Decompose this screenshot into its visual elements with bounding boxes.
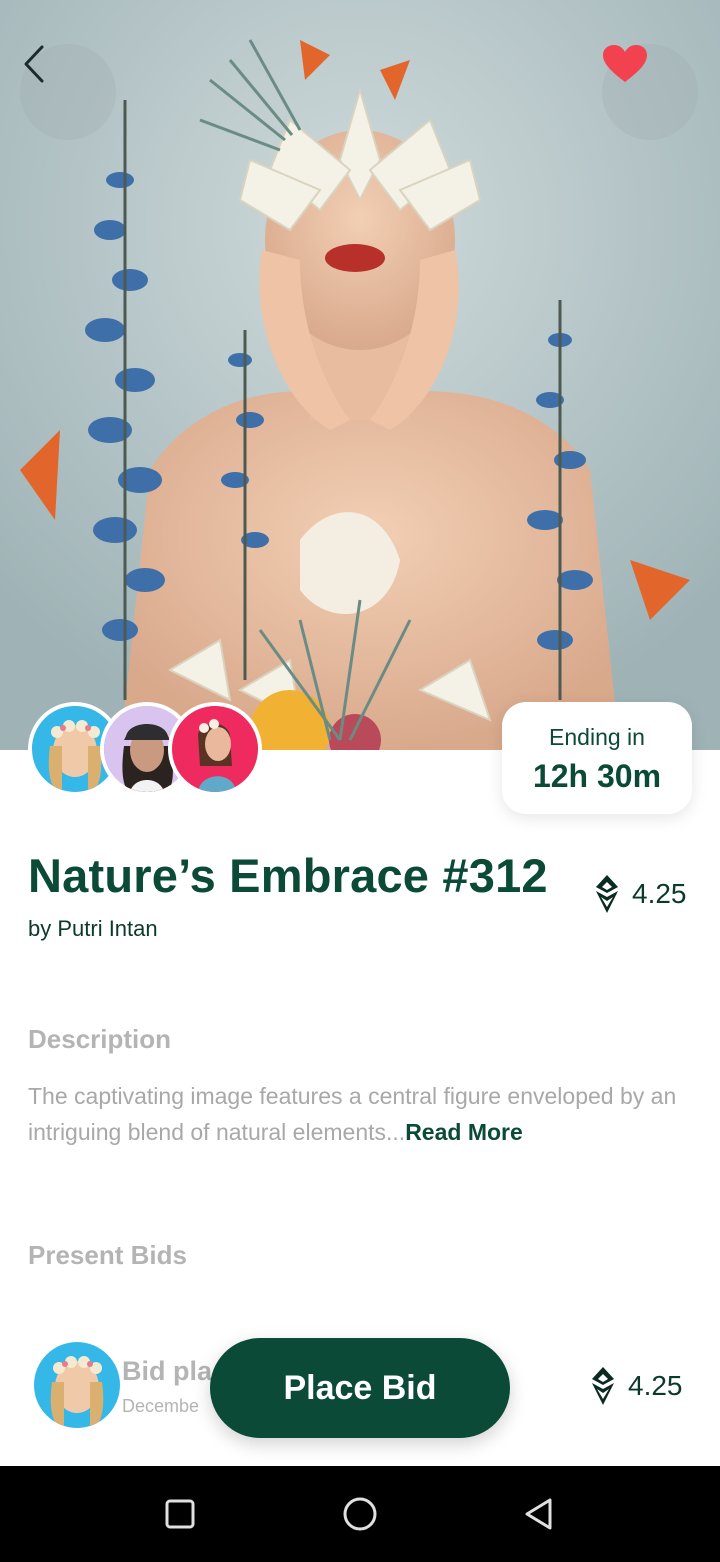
ethereum-icon xyxy=(596,875,618,913)
bid-price: 4.25 xyxy=(590,1366,683,1406)
auction-timer-card: Ending in 12h 30m xyxy=(502,702,692,814)
back-button[interactable] xyxy=(20,44,116,140)
bid-title: Bid pla xyxy=(122,1356,213,1386)
description-body: The captivating image features a central… xyxy=(28,1083,677,1145)
system-back-button[interactable] xyxy=(516,1492,560,1536)
artwork-price: 4.25 xyxy=(594,874,687,914)
ethereum-icon xyxy=(592,1367,614,1405)
square-icon xyxy=(165,1499,195,1529)
system-navigation-bar xyxy=(0,1466,720,1562)
price-value: 4.25 xyxy=(632,878,687,909)
triangle-back-icon xyxy=(525,1498,552,1530)
read-more-link[interactable]: Read More xyxy=(405,1119,523,1145)
bid-date: Decembe xyxy=(122,1396,200,1416)
nft-detail-screen: Ending in 12h 30m Nature’s Embrace #312 … xyxy=(0,0,720,1562)
ending-time: 12h 30m xyxy=(532,758,662,794)
recent-apps-button[interactable] xyxy=(158,1492,202,1536)
artwork-author: by Putri Intan xyxy=(28,916,158,941)
description-text: The captivating image features a central… xyxy=(28,1078,700,1150)
bid-price-value: 4.25 xyxy=(628,1370,683,1401)
favorite-button[interactable] xyxy=(602,44,698,140)
present-bids-heading: Present Bids xyxy=(28,1240,187,1270)
heart-icon xyxy=(603,45,647,82)
bidder-avatar[interactable] xyxy=(34,1342,120,1428)
circle-icon xyxy=(343,1497,377,1531)
artwork-title: Nature’s Embrace #312 xyxy=(28,849,548,902)
description-heading: Description xyxy=(28,1024,172,1054)
chevron-left-icon xyxy=(24,45,44,83)
avatar[interactable] xyxy=(168,702,262,796)
ending-label: Ending in xyxy=(549,724,645,750)
artwork-image xyxy=(0,0,720,750)
place-bid-button[interactable]: Place Bid xyxy=(210,1338,510,1438)
owner-avatars xyxy=(28,702,268,796)
home-button[interactable] xyxy=(338,1492,382,1536)
